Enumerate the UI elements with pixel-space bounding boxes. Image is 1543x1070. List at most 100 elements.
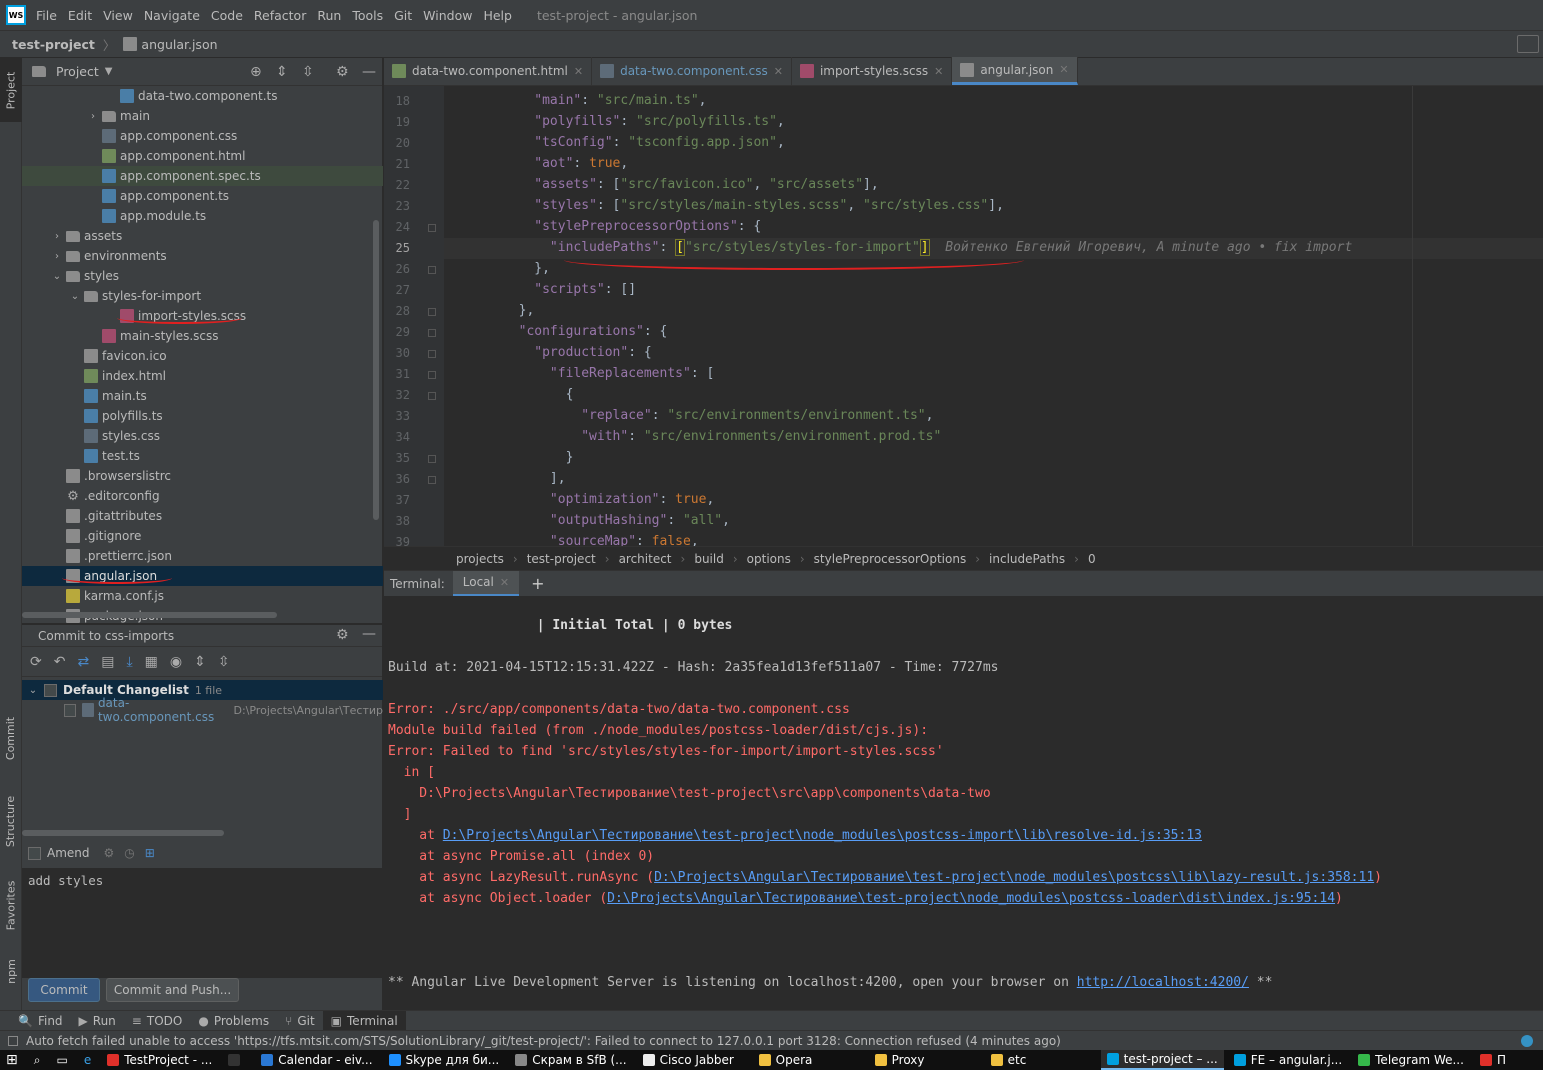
taskbar-item[interactable]: П [1474,1050,1543,1070]
breadcrumb-item[interactable]: 0 [1088,552,1096,566]
add-terminal-button[interactable]: + [531,574,544,593]
taskbar-item[interactable]: Opera [753,1050,865,1070]
chevron-down-icon[interactable]: ⌄ [68,291,82,302]
taskbar-item[interactable]: Скрам в SfB (... [509,1050,632,1070]
close-icon[interactable]: ✕ [774,65,783,78]
tree-item[interactable]: test.ts [22,446,383,466]
structure-tool-tab[interactable]: Structure [0,786,22,856]
chevron-right-icon[interactable]: › [50,231,64,242]
fold-marker-icon[interactable] [428,455,436,463]
menu-git[interactable]: Git [394,8,412,23]
taskbar-item[interactable]: Telegram We... [1352,1050,1470,1070]
close-icon[interactable]: ✕ [1059,63,1068,76]
chevron-right-icon[interactable]: › [86,111,100,122]
edge-icon[interactable]: e [78,1050,97,1070]
favorites-tool-tab[interactable]: Favorites [0,870,22,940]
menu-edit[interactable]: Edit [68,8,92,23]
tree-item[interactable]: ⚙ .editorconfig [22,486,383,506]
refresh-icon[interactable]: ⟳ [30,654,42,670]
changes-h-scrollbar[interactable] [22,830,224,836]
commit-button[interactable]: Commit [28,978,100,1002]
collapse-all-icon[interactable]: ⇳ [302,64,314,80]
localhost-link[interactable]: http://localhost:4200/ [1077,975,1249,990]
tab-data-two-component-css[interactable]: data-two.component.css ✕ [592,57,792,85]
amend-checkbox[interactable] [28,846,41,860]
tool-window-todo[interactable]: ≡ TODO [124,1011,191,1031]
fold-marker-icon[interactable] [428,392,436,400]
diff-icon[interactable]: ⇄ [77,654,89,670]
fold-marker-icon[interactable] [428,371,436,379]
breadcrumb-item[interactable]: stylePreprocessorOptions [814,552,967,566]
tree-item[interactable]: app.component.css [22,126,383,146]
fold-marker-icon[interactable] [428,350,436,358]
menu-run[interactable]: Run [317,8,341,23]
tool-window-terminal[interactable]: ▣ Terminal [322,1010,406,1031]
breadcrumb-item[interactable]: test-project [527,552,596,566]
project-tool-tab[interactable]: Project [0,58,22,122]
taskbar-item[interactable]: Proxy [869,1050,981,1070]
menu-file[interactable]: File [36,8,57,23]
code-editor[interactable]: 18 19 20 21 22 23 24 25 26 27 28 29 30 31 32 33 34 35 36 37… [384,86,1543,546]
tree-item[interactable]: index.html [22,366,383,386]
commit-message-input[interactable]: add styles [22,868,383,978]
tab-data-two-component-html[interactable]: data-two.component.html ✕ [384,57,593,85]
expand-all-icon[interactable]: ⇕ [276,64,288,80]
chevron-down-icon[interactable]: ⌄ [50,271,64,282]
tool-window-find[interactable]: 🔍 Find [10,1011,71,1031]
tree-h-scrollbar[interactable] [22,612,277,618]
notification-icon[interactable] [1521,1035,1533,1047]
tab-import-styles-scss[interactable]: import-styles.scss ✕ [792,57,953,85]
tree-item[interactable]: karma.conf.js [22,586,383,606]
changed-file-row[interactable]: data-two.component.css D:\Projects\Angul… [22,696,383,724]
tree-item[interactable]: .prettierrc.json [22,546,383,566]
chevron-right-icon[interactable]: › [50,251,64,262]
tree-item[interactable]: favicon.ico [22,346,383,366]
tree-item[interactable]: main-styles.scss [22,326,383,346]
stack-file-link[interactable]: D:\Projects\Angular\Тестирование\test-pr… [654,870,1374,885]
tree-item[interactable]: data-two.component.ts [22,86,383,106]
expand-all-icon[interactable]: ⇕ [194,654,206,670]
search-icon[interactable]: ⌕ [28,1050,47,1070]
stack-file-link[interactable]: D:\Projects\Angular\Тестирование\test-pr… [607,891,1335,906]
tree-item[interactable]: styles.css [22,426,383,446]
fold-marker-icon[interactable] [428,308,436,316]
collapse-all-icon[interactable]: ⇳ [218,654,230,670]
changelist-icon[interactable]: ▤ [101,654,114,670]
taskbar-item[interactable]: Calendar - eiv... [255,1050,378,1070]
tree-item[interactable]: app.component.ts [22,186,383,206]
tool-window-git[interactable]: ⑂ Git [277,1011,323,1031]
task-view-icon[interactable]: ▭ [50,1050,73,1070]
menu-window[interactable]: Window [423,8,472,23]
terminal-tab-local[interactable]: Local ✕ [452,570,520,597]
nav-file[interactable]: angular.json [141,37,217,52]
tree-item[interactable]: .gitignore [22,526,383,546]
changelist-checkbox[interactable] [44,683,57,697]
rollback-icon[interactable]: ↶ [54,654,66,670]
taskbar-item[interactable]: FE – angular.j... [1228,1050,1348,1070]
file-checkbox[interactable] [64,703,76,717]
breadcrumb-item[interactable]: projects [456,552,504,566]
taskbar-item[interactable]: test-project – ... [1100,1050,1224,1070]
terminal-output[interactable]: | Initial Total | 0 bytes Build at: 2021-… [384,596,1543,1010]
tab-angular-json[interactable]: angular.json ✕ [952,57,1078,85]
fold-marker-icon[interactable] [428,476,436,484]
breadcrumb-item[interactable]: build [694,552,724,566]
tree-item[interactable]: app.module.ts [22,206,383,226]
tree-item[interactable]: › main [22,106,383,126]
tree-item[interactable]: › environments [22,246,383,266]
breadcrumb-item[interactable]: options [747,552,791,566]
fold-marker-icon[interactable] [428,329,436,337]
tree-item[interactable]: ⌄ styles-for-import [22,286,383,306]
commit-and-push-button[interactable]: Commit and Push... [106,978,239,1002]
tree-item[interactable]: .browserslistrc [22,466,383,486]
tool-window-problems[interactable]: ● Problems [190,1011,277,1031]
taskbar-item[interactable]: TestProject - ... [101,1050,218,1070]
stack-file-link[interactable]: D:\Projects\Angular\Тестирование\test-pr… [443,828,1202,843]
tree-item[interactable]: main.ts [22,386,383,406]
tree-item[interactable]: app.component.html [22,146,383,166]
group-by-icon[interactable]: ▦ [145,654,158,670]
locate-icon[interactable]: ⊕ [250,64,262,80]
taskbar-item[interactable]: Cisco Jabber [637,1050,749,1070]
taskbar-item[interactable] [222,1050,251,1070]
close-icon[interactable]: ✕ [934,65,943,78]
